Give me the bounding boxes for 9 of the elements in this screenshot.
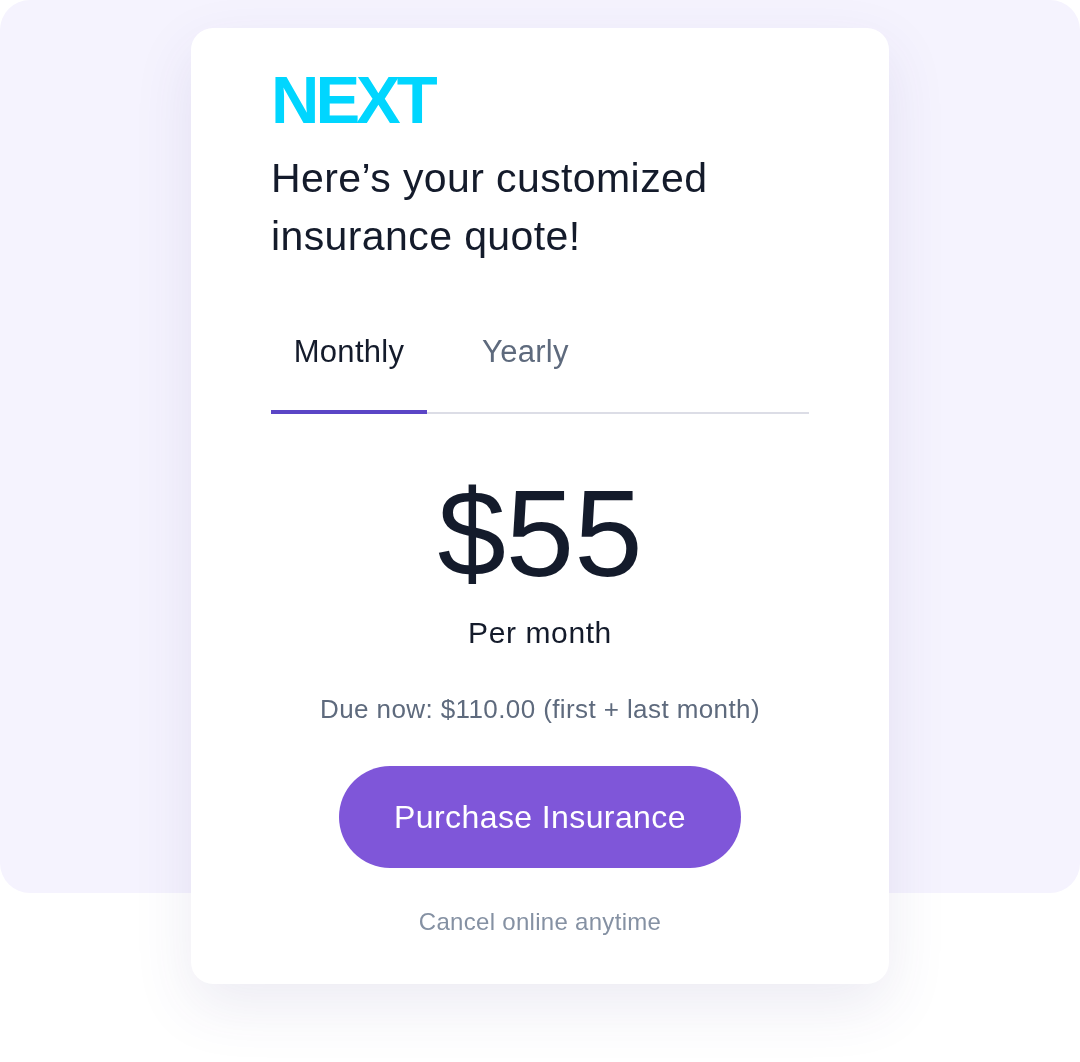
billing-tab[interactable]: Monthly	[271, 314, 427, 414]
quote-heading: Here’s your customized insurance quote!	[271, 154, 709, 261]
billing-tab[interactable]: Yearly	[466, 314, 585, 414]
due-now-note: Due now: $110.00 (first + last month)	[320, 693, 760, 725]
cancel-note: Cancel online anytime	[418, 908, 662, 936]
purchase-button[interactable]: Purchase Insurance	[339, 766, 741, 868]
price-period: Per month	[468, 615, 612, 651]
price-amount: $55	[437, 472, 643, 595]
logo: NEXT	[271, 76, 436, 124]
